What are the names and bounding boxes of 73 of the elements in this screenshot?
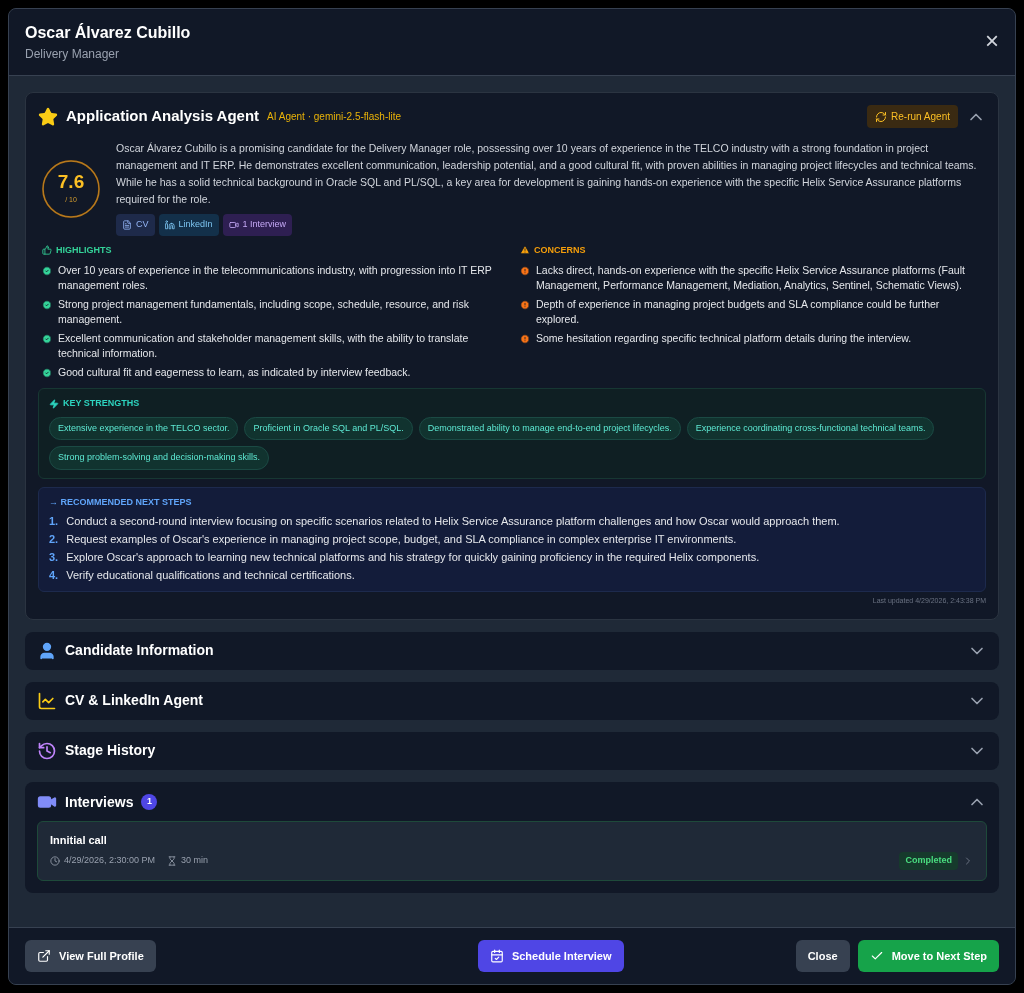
history-icon	[37, 740, 57, 761]
interview-item[interactable]: Innitial call 4/29/2026, 2:30:00 PM 30 min Completed	[37, 820, 987, 881]
highlights-heading: HIGHLIGHTS	[56, 243, 112, 257]
interview-duration: 30 min	[181, 854, 209, 867]
refresh-icon	[875, 110, 888, 123]
alert-circle-icon	[520, 300, 530, 310]
source-tag: 1 Interview	[222, 214, 293, 236]
concern-text: Depth of experience in managing project budgets and SLA compliance could be further explored.	[536, 297, 941, 327]
check-circle-icon	[42, 266, 52, 276]
agent-label: AI Agent · gemini-2.5-flash-lite	[267, 110, 402, 124]
candidate-name: Oscar Álvarez Cubillo	[25, 22, 191, 43]
cv-icon	[122, 219, 132, 230]
strength-tag: Proficient in Oracle SQL and PL/SQL.	[244, 416, 413, 440]
close-button[interactable]: ×	[985, 29, 999, 53]
step-text: Request examples of Oscar's experience in managing project scope, budget, and SLA compliance in complex enterprise IT environments.	[66, 532, 737, 547]
highlight-text: Excellent communication and stakeholder management skills, with the ability to translate technical information.	[58, 331, 470, 361]
summary-text: Oscar Álvarez Cubillo is a promising candidate for the Delivery Manager role, possessing over 10 years of experience in the TELCO industry with a strong foundation in project management and IT ERP. He demonstrates excellent communication, leadership potential, and a good cultural fit, with proven abilities in managing project lifecycles and technical teams. While he has a solid technical background in Oracle SQL and PL/SQL, a key area for development is gaining hands-on experience with the specific Helix Service Assurance platforms required for the role.	[116, 141, 978, 207]
rerun-agent-button[interactable]: Re-run Agent	[867, 105, 958, 128]
highlight-text: Strong project management fundamentals, including scope, schedule, resource, and risk management.	[58, 297, 470, 327]
close-footer-button[interactable]: Close	[795, 939, 850, 972]
strength-tag: Demonstrated ability to manage end-to-end project lifecycles.	[418, 416, 681, 440]
alert-circle-icon	[520, 334, 530, 344]
section-title: CV & LinkedIn Agent	[65, 691, 203, 710]
strength-tag: Extensive experience in the TELCO sector.	[49, 416, 239, 440]
section-header[interactable]: CV & LinkedIn Agent	[25, 681, 999, 720]
section-header[interactable]: Stage History	[25, 731, 999, 770]
thumbs-up-icon	[42, 245, 52, 256]
strength-tag: Experience coordinating cross-functional technical teams.	[686, 416, 935, 440]
line-chart-icon	[37, 690, 57, 711]
concerns-heading: CONCERNS	[534, 243, 586, 257]
step-text: Verify educational qualifications and technical certifications.	[66, 568, 355, 583]
external-link-icon	[37, 948, 51, 963]
analysis-title: Application Analysis Agent	[66, 106, 260, 127]
source-tag: LinkedIn	[158, 214, 219, 236]
highlight-text: Over 10 years of experience in the telecommunications industry, with progression into IT ERP management roles.	[58, 263, 493, 293]
interview-date: 4/29/2026, 2:30:00 PM	[64, 854, 156, 867]
interview-icon	[228, 219, 239, 230]
step-text: Conduct a second-round interview focusing on specific scenarios related to Helix Service Assurance platform challenges and how Oscar would approach them.	[66, 514, 840, 529]
interview-title: Innitial call	[50, 832, 108, 848]
highlight-text: Good cultural fit and eagerness to learn, as indicated by interview feedback.	[58, 365, 411, 380]
alert-circle-icon	[520, 266, 530, 276]
view-profile-button[interactable]: View Full Profile	[25, 939, 156, 972]
check-circle-icon	[42, 334, 52, 344]
strength-tag: Strong problem-solving and decision-making skills.	[49, 446, 270, 470]
section-title: Interviews	[65, 792, 134, 812]
step-number: 1.	[49, 514, 59, 529]
source-tag: CV	[116, 214, 155, 236]
lightning-icon	[49, 398, 59, 409]
candidate-role: Delivery Manager	[25, 46, 121, 63]
section-header[interactable]: Candidate Information	[25, 631, 999, 670]
calendar-icon	[489, 948, 504, 963]
person-icon	[37, 640, 57, 661]
check-circle-icon	[42, 300, 52, 310]
step-number: 2.	[49, 532, 59, 547]
score-value: 7.6	[57, 172, 85, 192]
section-title: Candidate Information	[65, 641, 214, 660]
check-circle-icon	[42, 368, 52, 378]
concern-text: Lacks direct, hands-on experience with the specific Helix Service Assurance platforms (Fault Management, Performance Management, Mediation, Analytics, Sentinel, Schematic Views).	[536, 263, 966, 293]
concern-text: Some hesitation regarding specific technical platform details during the interview.	[536, 331, 912, 346]
strengths-heading: KEY STRENGTHS	[63, 397, 140, 410]
count-badge: 1	[141, 794, 158, 810]
star-icon	[38, 106, 58, 127]
step-number: 4.	[49, 568, 59, 583]
status-badge: Completed	[899, 852, 958, 870]
section-title: Stage History	[65, 741, 156, 760]
hourglass-icon	[167, 855, 178, 866]
linkedin-icon	[164, 219, 175, 230]
step-text: Explore Oscar's approach to learning new technical platforms and his strategy for quickly gaining proficiency in the required Helix components.	[66, 550, 760, 565]
next-steps-heading: → RECOMMENDED NEXT STEPS	[49, 495, 193, 509]
schedule-interview-button[interactable]: Schedule Interview	[477, 939, 624, 972]
step-number: 3.	[49, 550, 59, 565]
clock-icon	[50, 855, 60, 866]
warning-icon	[520, 245, 530, 256]
